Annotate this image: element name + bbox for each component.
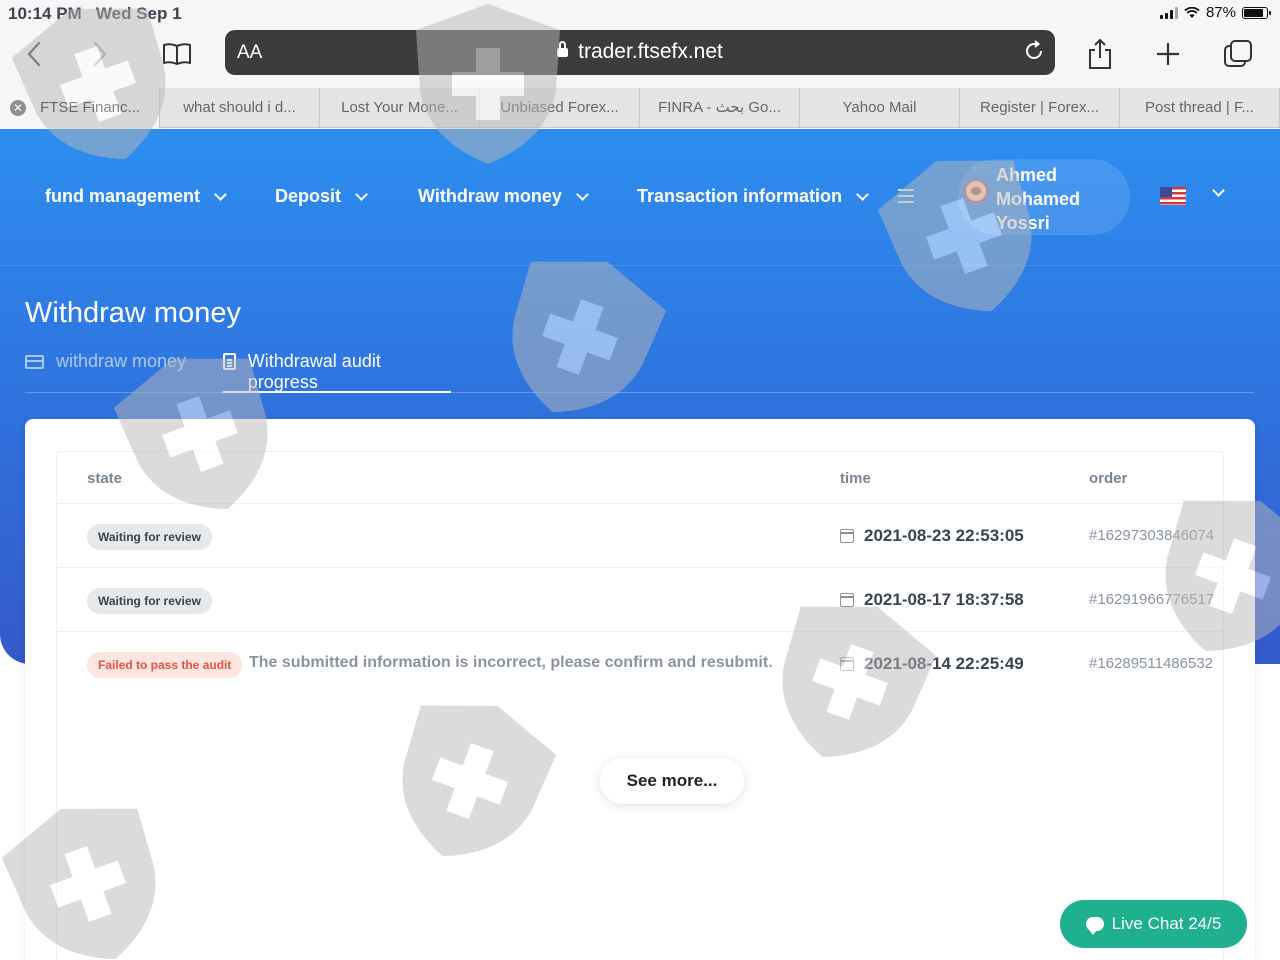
chevron-down-icon (355, 187, 368, 201)
row-order: #16291966776517 (1089, 591, 1215, 608)
row-order: #16297303846074 (1089, 527, 1215, 544)
audit-table-card: state time order Waiting for review 2021… (25, 419, 1255, 960)
wifi-icon (1184, 6, 1200, 18)
document-icon (223, 353, 236, 370)
tab-withdrawal-audit-progress[interactable]: Withdrawal audit progress (223, 351, 451, 393)
nav-deposit[interactable]: Deposit (275, 186, 368, 207)
nav-divider (0, 265, 1280, 266)
user-menu[interactable]: Ahmed Mohamed Yossri (958, 159, 1130, 235)
reload-icon[interactable] (1023, 40, 1045, 67)
browser-tab[interactable]: Lost Your Mone... (320, 88, 480, 128)
see-more-button[interactable]: See more... (600, 758, 744, 804)
web-page: fund management Deposit Withdraw money T… (0, 129, 1280, 960)
row-time: 2021-08-17 18:37:58 (864, 590, 1024, 609)
status-badge: Failed to pass the audit (87, 652, 243, 678)
us-flag-icon[interactable] (1160, 187, 1186, 205)
browser-toolbar: AA trader.ftsefx.net (0, 26, 1280, 88)
tabs-overview-icon[interactable] (1218, 34, 1258, 74)
page-title: Withdraw money (25, 297, 241, 329)
header-time: time (840, 470, 871, 487)
table-row: Failed to pass the audit The submitted i… (57, 632, 1223, 696)
chevron-down-icon (856, 187, 869, 201)
calendar-icon (840, 593, 854, 607)
battery-icon (1242, 6, 1271, 19)
chevron-down-icon (575, 187, 589, 201)
browser-tab[interactable]: Register | Forex... (960, 88, 1120, 128)
status-badge: Waiting for review (87, 588, 212, 614)
address-bar[interactable]: AA trader.ftsefx.net (225, 30, 1055, 75)
user-name: Ahmed Mohamed Yossri (996, 165, 1081, 233)
table-header: state time order (57, 452, 1223, 504)
new-tab-icon[interactable] (1148, 34, 1188, 74)
row-time: 2021-08-14 22:25:49 (864, 654, 1024, 673)
calendar-icon (840, 657, 854, 671)
row-reason: The submitted information is incorrect, … (249, 654, 773, 671)
main-nav: fund management Deposit Withdraw money T… (0, 129, 1280, 265)
signal-icon (1159, 6, 1178, 19)
battery-percent: 87% (1205, 4, 1236, 21)
share-icon[interactable] (1080, 34, 1120, 74)
lock-icon (557, 41, 569, 57)
back-icon[interactable] (14, 34, 54, 74)
browser-tab[interactable]: FINRA - بحث Go... (640, 88, 800, 128)
browser-tab[interactable]: Post thread | F... (1120, 88, 1280, 128)
language-chevron-down-icon[interactable] (1212, 184, 1225, 197)
nav-fund-management[interactable]: fund management (45, 186, 227, 207)
menu-icon[interactable] (898, 189, 914, 203)
chat-bubble-icon (1085, 917, 1104, 935)
nav-transaction-information[interactable]: Transaction information (637, 186, 869, 207)
status-time: 10:14 PM Wed Sep 1 (8, 4, 182, 23)
nav-withdraw-money[interactable]: Withdraw money (418, 186, 589, 207)
header-order: order (1089, 470, 1128, 487)
header-state: state (87, 470, 123, 487)
browser-tab[interactable]: what should i d... (160, 88, 320, 128)
status-bar: 10:14 PM Wed Sep 1 87% (0, 0, 1280, 26)
forward-icon[interactable] (80, 34, 120, 74)
live-chat-button[interactable]: Live Chat 24/5 (1060, 900, 1247, 948)
sub-navigation: withdraw money Withdrawal audit progress (25, 351, 1254, 393)
calendar-icon (840, 529, 854, 543)
tab-withdraw-money[interactable]: withdraw money (25, 351, 186, 393)
table-row: Waiting for review 2021-08-23 22:53:05 #… (57, 504, 1223, 568)
status-indicators: 87% (1159, 4, 1271, 21)
bookmarks-icon[interactable] (157, 34, 197, 74)
status-badge: Waiting for review (87, 524, 212, 550)
close-tab-icon[interactable]: ✕ (10, 100, 26, 116)
chevron-down-icon (214, 187, 227, 201)
credit-card-icon (25, 355, 44, 369)
audit-table: state time order Waiting for review 2021… (56, 451, 1224, 960)
avatar (964, 179, 988, 203)
table-row: Waiting for review 2021-08-17 18:37:58 #… (57, 568, 1223, 632)
row-order: #16289511486532 (1089, 655, 1214, 672)
browser-tab-bar: ✕ FTSE Financ... what should i d... Lost … (0, 88, 1280, 128)
url-text: trader.ftsefx.net (225, 40, 1055, 64)
row-time: 2021-08-23 22:53:05 (864, 526, 1024, 545)
browser-tab-active[interactable]: ✕ FTSE Financ... (0, 88, 160, 128)
browser-tab[interactable]: Unbiased Forex... (480, 88, 640, 128)
browser-tab[interactable]: Yahoo Mail (800, 88, 960, 128)
